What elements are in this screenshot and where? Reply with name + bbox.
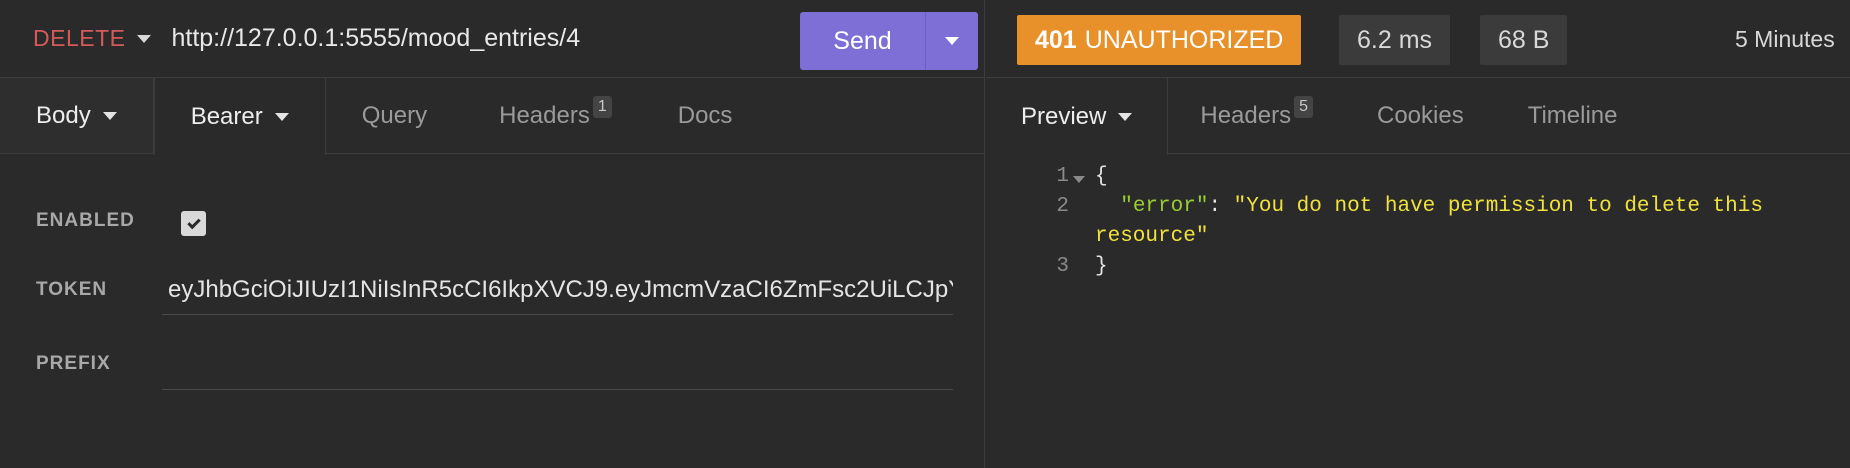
tab-preview[interactable]: Preview bbox=[986, 78, 1169, 155]
json-string: "You do not have permission to delete th… bbox=[1233, 195, 1763, 218]
json-string-continued: resource" bbox=[1095, 225, 1209, 248]
response-tabs: Preview Headers 5 Cookies Timeline bbox=[986, 78, 1850, 155]
headers-count-badge: 1 bbox=[592, 95, 612, 118]
tab-label: Cookies bbox=[1376, 101, 1464, 129]
status-text: UNAUTHORIZED bbox=[1084, 25, 1284, 54]
dropdown-caret-icon bbox=[102, 111, 117, 120]
url-bar: DELETE Send bbox=[0, 0, 985, 78]
response-size-badge: 68 B bbox=[1480, 15, 1568, 65]
token-label: TOKEN bbox=[36, 279, 108, 300]
enabled-label: ENABLED bbox=[36, 210, 135, 231]
tab-label: Bearer bbox=[190, 102, 263, 130]
response-time-badge: 6.2 ms bbox=[1339, 15, 1451, 65]
response-status-bar: 401 UNAUTHORIZED 6.2 ms 68 B 5 Minutes bbox=[986, 0, 1850, 78]
dropdown-caret-icon bbox=[137, 34, 152, 43]
prefix-label: PREFIX bbox=[36, 353, 111, 374]
tab-body[interactable]: Body bbox=[0, 78, 154, 153]
tab-bearer[interactable]: Bearer bbox=[153, 78, 326, 155]
dropdown-caret-icon bbox=[1118, 112, 1133, 121]
code-line: 1 { bbox=[986, 165, 1850, 195]
bearer-auth-form: ENABLED TOKEN PREFIX bbox=[0, 155, 985, 468]
app-window: DELETE Send Body Bearer Query bbox=[0, 0, 1850, 468]
tab-label: Headers bbox=[1200, 101, 1292, 129]
line-number-blank bbox=[986, 225, 1069, 255]
fold-caret-icon[interactable] bbox=[1073, 176, 1085, 183]
url-input[interactable] bbox=[171, 24, 792, 53]
code-text: } bbox=[1095, 255, 1108, 278]
tab-cookies[interactable]: Cookies bbox=[1345, 78, 1496, 153]
dropdown-caret-icon bbox=[274, 112, 289, 121]
json-key: "error" bbox=[1120, 195, 1209, 218]
json-separator: : bbox=[1208, 195, 1234, 218]
dropdown-caret-icon bbox=[945, 37, 959, 45]
code-text: "error": "You do not have permission to … bbox=[1095, 195, 1763, 225]
status-badge: 401 UNAUTHORIZED bbox=[1017, 15, 1302, 65]
line-number: 2 bbox=[1056, 195, 1069, 218]
status-code: 401 bbox=[1035, 25, 1077, 54]
prefix-field-wrap bbox=[162, 340, 953, 390]
send-button[interactable]: Send bbox=[800, 12, 925, 70]
enabled-checkbox[interactable] bbox=[181, 211, 206, 236]
request-pane: DELETE Send Body Bearer Query bbox=[0, 0, 985, 468]
tab-label: Docs bbox=[677, 101, 733, 129]
response-time-ago[interactable]: 5 Minutes bbox=[1735, 26, 1835, 53]
method-label: DELETE bbox=[33, 25, 126, 51]
tab-label: Headers bbox=[499, 101, 590, 129]
headers-count-badge: 5 bbox=[1294, 95, 1313, 118]
code-line: 2 "error": "You do not have permission t… bbox=[986, 195, 1850, 225]
prefix-input[interactable] bbox=[162, 340, 953, 389]
tab-label: Timeline bbox=[1527, 101, 1618, 129]
tab-response-headers[interactable]: Headers 5 bbox=[1168, 78, 1345, 153]
request-tabs: Body Bearer Query Headers 1 Docs bbox=[0, 78, 985, 155]
tab-timeline[interactable]: Timeline bbox=[1496, 78, 1650, 153]
token-input[interactable] bbox=[162, 265, 953, 314]
method-selector[interactable]: DELETE bbox=[33, 25, 152, 52]
checkmark-icon bbox=[186, 215, 201, 229]
tab-label: Body bbox=[36, 101, 91, 129]
tab-docs[interactable]: Docs bbox=[642, 78, 769, 153]
code-text: { bbox=[1095, 165, 1108, 188]
response-pane: 401 UNAUTHORIZED 6.2 ms 68 B 5 Minutes P… bbox=[986, 0, 1850, 468]
code-line: 3 } bbox=[986, 255, 1850, 285]
code-line-wrap: resource" bbox=[986, 225, 1850, 255]
line-number: 3 bbox=[1056, 255, 1069, 278]
send-group: Send bbox=[800, 12, 978, 70]
tab-headers[interactable]: Headers 1 bbox=[463, 78, 642, 153]
tab-label: Preview bbox=[1021, 102, 1107, 130]
token-field-wrap bbox=[162, 265, 953, 315]
send-options-button[interactable] bbox=[925, 12, 978, 70]
tab-label: Query bbox=[361, 101, 428, 129]
response-body-viewer[interactable]: 1 { 2 "error": "You do not have permissi… bbox=[986, 155, 1850, 468]
tab-query[interactable]: Query bbox=[326, 78, 463, 153]
line-number: 1 bbox=[1056, 165, 1069, 188]
